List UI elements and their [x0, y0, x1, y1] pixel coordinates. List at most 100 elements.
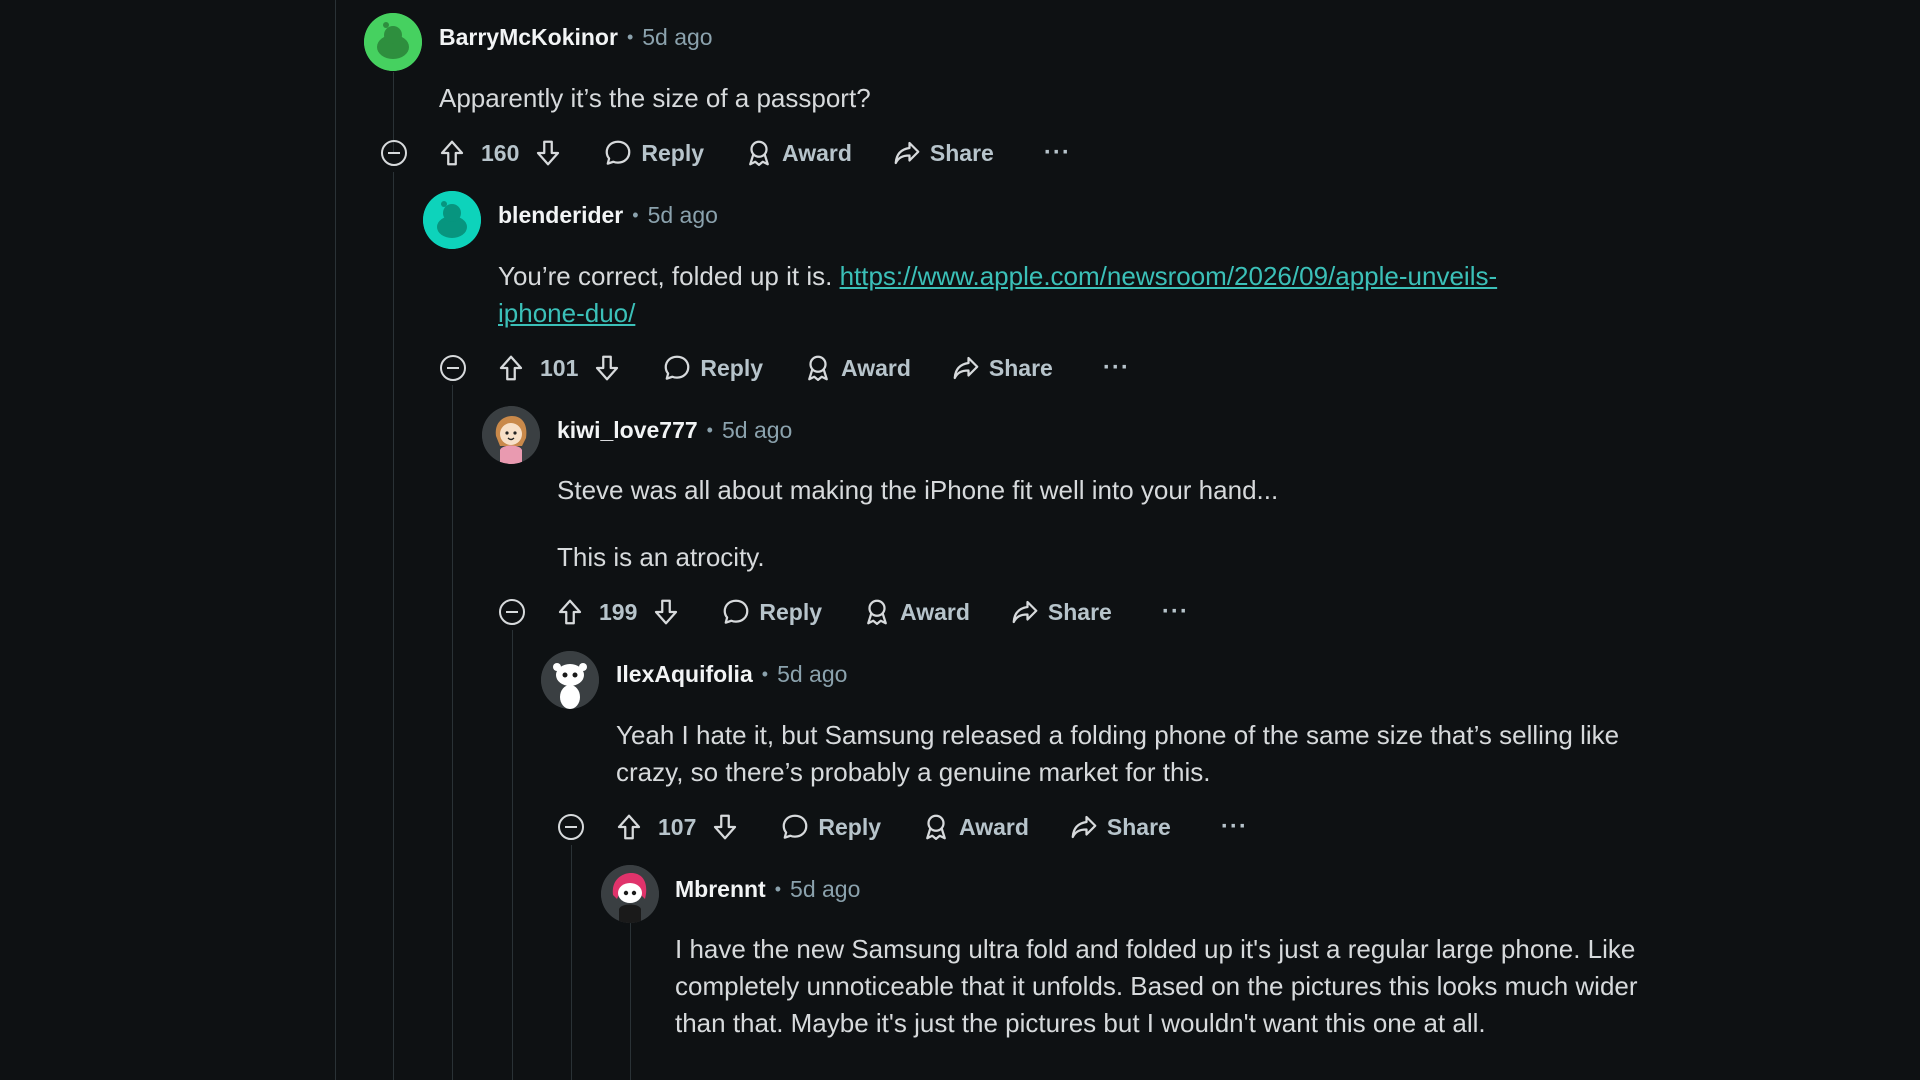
share-label: Share [988, 354, 1053, 381]
award-ribbon-icon [921, 812, 951, 842]
reply-label: Reply [759, 598, 823, 625]
comment-paragraph: I have the new Samsung ultra fold and fo… [675, 934, 1638, 1038]
thread-line[interactable] [335, 0, 336, 1080]
avatar[interactable] [423, 191, 481, 249]
arrow-down-icon[interactable] [592, 353, 622, 383]
comment-actions: 160 Reply Award Share ··· [437, 133, 1071, 173]
reply-button[interactable]: Reply [780, 812, 881, 842]
reply-button[interactable]: Reply [662, 353, 763, 383]
comment-actions: 101 Reply Award Share ··· [496, 348, 1130, 388]
snoo-white-avatar-icon [541, 651, 599, 709]
share-label: Share [1106, 813, 1171, 840]
comment-body: I have the new Samsung ultra fold and fo… [675, 931, 1650, 1042]
comment-body: Yeah I hate it, but Samsung released a f… [616, 717, 1646, 791]
comment-meta: blenderider • 5d ago [498, 200, 718, 230]
comment-meta: IlexAquifolia • 5d ago [616, 659, 847, 689]
more-options-button[interactable]: ··· [1044, 139, 1071, 167]
comment-actions: 107 Reply Award Share ··· [614, 807, 1248, 847]
arrow-up-icon[interactable] [437, 138, 467, 168]
thread-line[interactable] [452, 385, 453, 1080]
comment-meta: kiwi_love777 • 5d ago [557, 415, 792, 445]
thread-line[interactable] [393, 172, 394, 1080]
reply-label: Reply [700, 354, 764, 381]
timestamp[interactable]: 5d ago [642, 24, 712, 51]
snoo-pink-hair-avatar-icon [601, 865, 659, 923]
avatar[interactable] [364, 13, 422, 71]
more-options-button[interactable]: ··· [1221, 813, 1248, 841]
share-button[interactable]: Share [892, 138, 994, 168]
speech-bubble-icon [662, 353, 692, 383]
timestamp[interactable]: 5d ago [777, 661, 847, 688]
timestamp[interactable]: 5d ago [648, 202, 718, 229]
award-button[interactable]: Award [744, 138, 852, 168]
arrow-up-icon[interactable] [496, 353, 526, 383]
reply-button[interactable]: Reply [721, 597, 822, 627]
avatar[interactable] [482, 406, 540, 464]
arrow-up-icon[interactable] [555, 597, 585, 627]
avatar[interactable] [541, 651, 599, 709]
timestamp[interactable]: 5d ago [790, 876, 860, 903]
vote-score: 199 [599, 598, 638, 625]
award-label: Award [782, 139, 852, 166]
award-label: Award [841, 354, 911, 381]
speech-bubble-icon [780, 812, 810, 842]
collapse-button[interactable] [440, 355, 466, 381]
comment-body: You’re correct, folded up it is. https:/… [498, 258, 1698, 332]
arrow-up-icon[interactable] [614, 812, 644, 842]
comment-paragraph: This is an atrocity. [557, 542, 765, 572]
username[interactable]: BarryMcKokinor [439, 24, 618, 51]
more-options-button[interactable]: ··· [1103, 354, 1130, 382]
snoo-avatar-icon [364, 13, 422, 71]
share-label: Share [929, 139, 994, 166]
separator: • [761, 663, 769, 684]
share-arrow-icon [892, 138, 922, 168]
article-link-continued[interactable]: iphone-duo/ [498, 298, 635, 328]
arrow-down-icon[interactable] [651, 597, 681, 627]
award-ribbon-icon [803, 353, 833, 383]
username[interactable]: Mbrennt [675, 876, 766, 903]
timestamp[interactable]: 5d ago [722, 417, 792, 444]
share-arrow-icon [951, 353, 981, 383]
comment-actions: 199 Reply Award Share ··· [555, 592, 1189, 632]
separator: • [706, 419, 713, 440]
vote-score: 160 [481, 139, 520, 166]
collapse-button[interactable] [381, 140, 407, 166]
comment-paragraph: Steve was all about making the iPhone fi… [557, 475, 1279, 505]
award-button[interactable]: Award [921, 812, 1029, 842]
collapse-button[interactable] [558, 814, 584, 840]
comment-body: Steve was all about making the iPhone fi… [557, 472, 1657, 576]
comment-body: Apparently it’s the size of a passport? [439, 80, 1639, 117]
arrow-down-icon[interactable] [710, 812, 740, 842]
thread-line[interactable] [512, 630, 513, 1080]
avatar[interactable] [601, 865, 659, 923]
award-ribbon-icon [744, 138, 774, 168]
separator: • [774, 878, 782, 899]
share-arrow-icon [1069, 812, 1099, 842]
username[interactable]: IlexAquifolia [616, 661, 753, 688]
more-options-button[interactable]: ··· [1162, 598, 1189, 626]
thread-line[interactable] [571, 845, 572, 1080]
award-label: Award [900, 598, 970, 625]
award-button[interactable]: Award [862, 597, 970, 627]
collapse-button[interactable] [499, 599, 525, 625]
comment-thread: BarryMcKokinor • 5d ago Apparently it’s … [0, 0, 1920, 1080]
cartoon-girl-avatar-icon [482, 406, 540, 464]
thread-line[interactable] [630, 918, 631, 1080]
reply-label: Reply [818, 813, 882, 840]
reply-label: Reply [641, 139, 705, 166]
arrow-down-icon[interactable] [533, 138, 563, 168]
award-button[interactable]: Award [803, 353, 911, 383]
vote-score: 107 [658, 813, 697, 840]
username[interactable]: kiwi_love777 [557, 417, 698, 444]
separator: • [632, 204, 639, 225]
comment-paragraph: Yeah I hate it, but Samsung released a f… [616, 720, 1620, 787]
share-button[interactable]: Share [1010, 597, 1112, 627]
username[interactable]: blenderider [498, 202, 623, 229]
speech-bubble-icon [603, 138, 633, 168]
share-button[interactable]: Share [951, 353, 1053, 383]
snoo-avatar-icon [423, 191, 481, 249]
separator: • [626, 26, 634, 47]
article-link[interactable]: https://www.apple.com/newsroom/2026/09/a… [840, 261, 1498, 291]
share-button[interactable]: Share [1069, 812, 1171, 842]
reply-button[interactable]: Reply [603, 138, 704, 168]
